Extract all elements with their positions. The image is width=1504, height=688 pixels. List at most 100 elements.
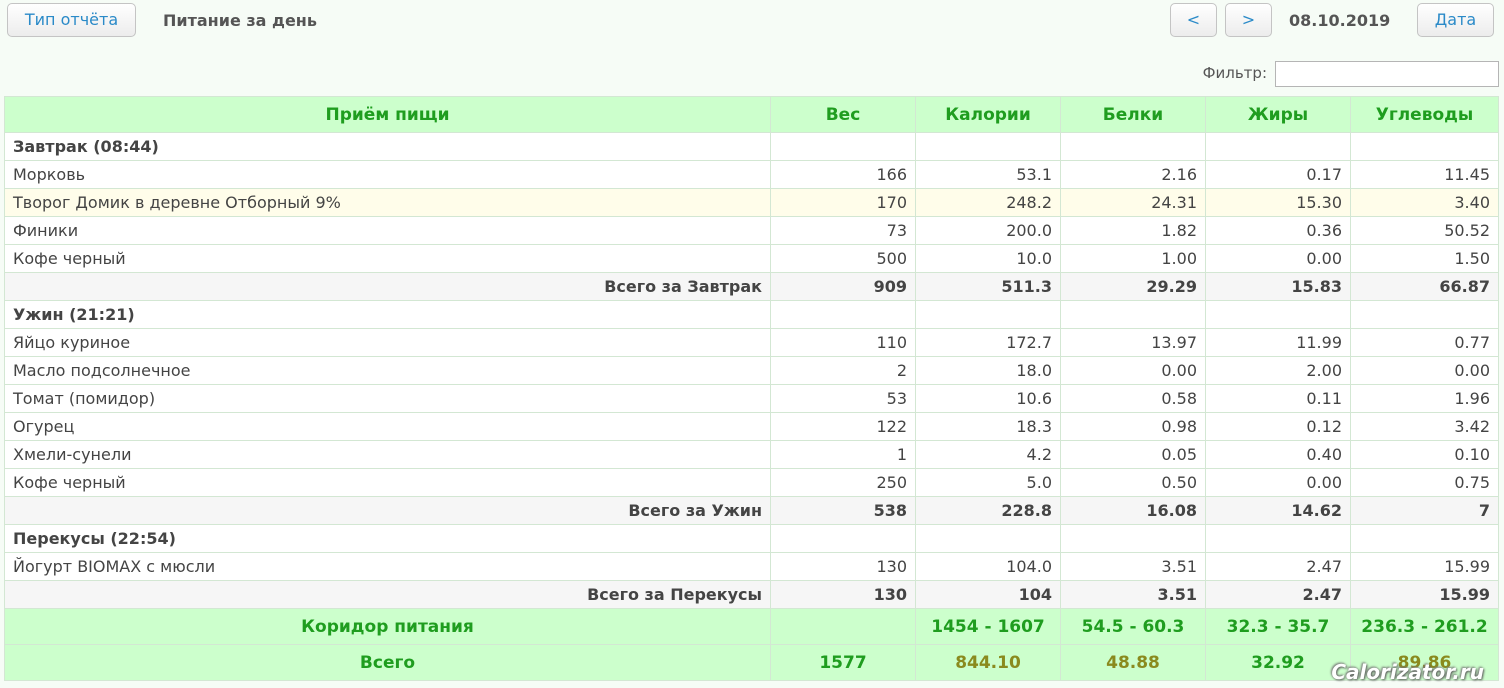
cell-weight: 170 <box>770 188 916 217</box>
cell-carbs: 3.40 <box>1350 188 1499 217</box>
cell-protein: 29.29 <box>1060 272 1206 301</box>
cell-fat: 32.92 <box>1205 644 1351 681</box>
cell-carbs: 15.99 <box>1350 580 1499 609</box>
food-row: Кофе черный 250 5.0 0.50 0.00 0.75 <box>4 468 1499 497</box>
report-type-button[interactable]: Тип отчёта <box>7 3 136 37</box>
cell-name: Финики <box>4 216 771 245</box>
cell-fat: 0.00 <box>1205 244 1351 273</box>
cell-fat <box>1205 132 1351 161</box>
cell-fat <box>1205 300 1351 329</box>
current-date: 08.10.2019 <box>1289 11 1391 30</box>
col-header-protein[interactable]: Белки <box>1060 96 1206 133</box>
cell-fat: 0.12 <box>1205 412 1351 441</box>
cell-weight: 130 <box>770 552 916 581</box>
table-header-row: Приём пищи Вес Калории Белки Жиры Углево… <box>4 96 1499 133</box>
cell-protein <box>1060 300 1206 329</box>
cell-weight: 122 <box>770 412 916 441</box>
cell-weight <box>770 132 916 161</box>
cell-protein: 54.5 - 60.3 <box>1060 608 1206 645</box>
cell-fat: 0.40 <box>1205 440 1351 469</box>
cell-carbs <box>1350 132 1499 161</box>
cell-name: Перекусы (22:54) <box>4 524 771 553</box>
meal-total-row: Всего за Завтрак 909 511.3 29.29 15.83 66.87 <box>4 272 1499 301</box>
date-picker-button[interactable]: Дата <box>1417 3 1494 37</box>
cell-name: Ужин (21:21) <box>4 300 771 329</box>
cell-weight: 166 <box>770 160 916 189</box>
cell-calories: 18.0 <box>915 356 1061 385</box>
cell-calories <box>915 300 1061 329</box>
cell-calories: 511.3 <box>915 272 1061 301</box>
cell-name: Всего за Ужин <box>4 496 771 525</box>
cell-name: Кофе черный <box>4 468 771 497</box>
col-header-calories[interactable]: Калории <box>915 96 1061 133</box>
cell-protein: 13.97 <box>1060 328 1206 357</box>
cell-protein: 1.82 <box>1060 216 1206 245</box>
cell-calories: 10.0 <box>915 244 1061 273</box>
cell-protein: 3.51 <box>1060 580 1206 609</box>
cell-name: Огурец <box>4 412 771 441</box>
next-day-button[interactable]: > <box>1225 3 1272 37</box>
cell-weight: 130 <box>770 580 916 609</box>
meal-total-row: Всего за Ужин 538 228.8 16.08 14.62 7 <box>4 496 1499 525</box>
cell-carbs: 3.42 <box>1350 412 1499 441</box>
cell-fat: 2.47 <box>1205 580 1351 609</box>
col-header-meal[interactable]: Приём пищи <box>4 96 771 133</box>
cell-protein <box>1060 524 1206 553</box>
cell-calories: 5.0 <box>915 468 1061 497</box>
cell-carbs: 7 <box>1350 496 1499 525</box>
cell-protein: 0.05 <box>1060 440 1206 469</box>
cell-name: Творог Домик в деревне Отборный 9% <box>4 188 771 217</box>
cell-calories: 172.7 <box>915 328 1061 357</box>
cell-fat: 2.00 <box>1205 356 1351 385</box>
cell-carbs: 1.50 <box>1350 244 1499 273</box>
meal-total-row: Всего за Перекусы 130 104 3.51 2.47 15.99 <box>4 580 1499 609</box>
cell-calories: 10.6 <box>915 384 1061 413</box>
cell-weight: 2 <box>770 356 916 385</box>
filter-input[interactable] <box>1275 61 1499 87</box>
cell-fat: 14.62 <box>1205 496 1351 525</box>
cell-fat <box>1205 524 1351 553</box>
cell-protein: 0.98 <box>1060 412 1206 441</box>
food-row: Хмели-сунели 1 4.2 0.05 0.40 0.10 <box>4 440 1499 469</box>
cell-carbs <box>1350 300 1499 329</box>
grand-total-row: Всего 1577 844.10 48.88 32.92 89.86 <box>4 644 1499 681</box>
cell-carbs <box>1350 524 1499 553</box>
food-row: Кофе черный 500 10.0 1.00 0.00 1.50 <box>4 244 1499 273</box>
corridor-row: Коридор питания 1454 - 1607 54.5 - 60.3 32.… <box>4 608 1499 645</box>
col-header-fat[interactable]: Жиры <box>1205 96 1351 133</box>
cell-weight: 53 <box>770 384 916 413</box>
cell-name: Всего за Завтрак <box>4 272 771 301</box>
cell-calories: 228.8 <box>915 496 1061 525</box>
cell-fat: 0.17 <box>1205 160 1351 189</box>
table-body: Завтрак (08:44) Морковь 166 53.1 2.16 0.17 11.… <box>4 132 1499 681</box>
col-header-carbs[interactable]: Углеводы <box>1350 96 1499 133</box>
cell-carbs: 11.45 <box>1350 160 1499 189</box>
cell-weight <box>770 608 916 645</box>
cell-carbs: 236.3 - 261.2 <box>1350 608 1499 645</box>
cell-protein: 48.88 <box>1060 644 1206 681</box>
cell-protein: 2.16 <box>1060 160 1206 189</box>
cell-calories: 18.3 <box>915 412 1061 441</box>
food-row: Огурец 122 18.3 0.98 0.12 3.42 <box>4 412 1499 441</box>
cell-name: Хмели-сунели <box>4 440 771 469</box>
cell-calories: 200.0 <box>915 216 1061 245</box>
cell-protein <box>1060 132 1206 161</box>
prev-day-button[interactable]: < <box>1170 3 1217 37</box>
cell-fat: 11.99 <box>1205 328 1351 357</box>
col-header-weight[interactable]: Вес <box>770 96 916 133</box>
cell-calories: 248.2 <box>915 188 1061 217</box>
cell-carbs: 0.75 <box>1350 468 1499 497</box>
cell-carbs: 66.87 <box>1350 272 1499 301</box>
food-row: Финики 73 200.0 1.82 0.36 50.52 <box>4 216 1499 245</box>
cell-carbs: 1.96 <box>1350 384 1499 413</box>
cell-carbs: 0.00 <box>1350 356 1499 385</box>
food-row: Йогурт BIOMAX с мюсли 130 104.0 3.51 2.47 15.… <box>4 552 1499 581</box>
cell-fat: 2.47 <box>1205 552 1351 581</box>
filter-label: Фильтр: <box>1202 64 1267 82</box>
food-row: Морковь 166 53.1 2.16 0.17 11.45 <box>4 160 1499 189</box>
meal-header-row: Завтрак (08:44) <box>4 132 1499 161</box>
food-row: Масло подсолнечное 2 18.0 0.00 2.00 0.00 <box>4 356 1499 385</box>
cell-weight: 1 <box>770 440 916 469</box>
cell-fat: 0.00 <box>1205 468 1351 497</box>
cell-protein: 3.51 <box>1060 552 1206 581</box>
